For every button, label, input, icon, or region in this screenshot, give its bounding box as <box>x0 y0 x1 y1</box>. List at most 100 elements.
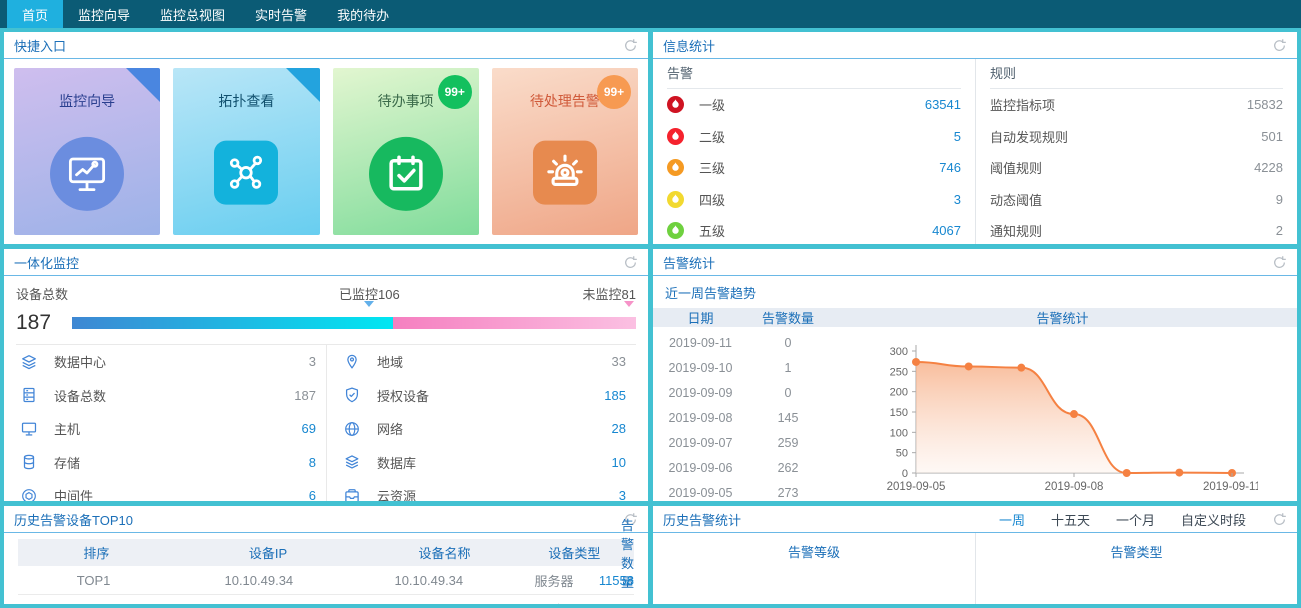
flame-icon <box>667 96 684 113</box>
topology-icon <box>214 141 278 205</box>
stat-item-authorized: 授权设备 185 <box>326 379 636 413</box>
stat-item-cloud: 云资源 3 <box>326 479 636 501</box>
alarm-level-row: 五级 4067 <box>667 215 961 244</box>
monitor-icon <box>20 420 38 438</box>
quick-entry-title: 快捷入口 <box>14 36 66 55</box>
trend-row: 2019-09-101 <box>653 355 828 380</box>
tab-home[interactable]: 首页 <box>7 0 63 28</box>
svg-text:150: 150 <box>889 407 907 419</box>
monitored-bar <box>72 317 393 329</box>
stat-item-storage: 存储 8 <box>16 446 326 480</box>
svg-text:2019-09-11: 2019-09-11 <box>1203 481 1258 493</box>
trend-row: 2019-09-08145 <box>653 405 828 430</box>
device-total-value: 187 <box>16 311 72 335</box>
monitor-chart-icon <box>50 137 124 211</box>
history-stats-title: 历史告警统计 <box>663 510 741 529</box>
trend-row: 2019-09-06262 <box>653 455 828 480</box>
stat-value-link[interactable]: 185 <box>604 388 626 403</box>
flame-icon <box>667 159 684 176</box>
stat-value-link[interactable]: 28 <box>612 421 626 436</box>
middleware-icon <box>20 487 38 501</box>
tab-monitor-overview[interactable]: 监控总视图 <box>145 0 240 28</box>
alarm-siren-icon <box>533 141 597 205</box>
layers-icon <box>20 353 38 371</box>
rule-row: 自动发现规则 501 <box>990 121 1283 153</box>
globe-icon <box>343 420 361 438</box>
svg-text:250: 250 <box>889 366 907 378</box>
alarm-count-link[interactable]: 3 <box>954 192 961 207</box>
svg-text:300: 300 <box>889 346 907 358</box>
alarm-count-link[interactable]: 8054 <box>605 602 634 605</box>
unmonitored-bar <box>393 317 636 329</box>
alarm-level-row: 一级 63541 <box>667 89 961 121</box>
stat-value-link[interactable]: 8 <box>309 455 316 470</box>
rule-row: 通知规则 2 <box>990 215 1283 244</box>
svg-text:2019-09-08: 2019-09-08 <box>1044 481 1103 493</box>
refresh-icon[interactable] <box>623 38 638 53</box>
tab-monitor-wizard[interactable]: 监控向导 <box>63 0 145 28</box>
stat-value-link[interactable]: 69 <box>302 421 316 436</box>
stat-value-link[interactable]: 3 <box>619 488 626 501</box>
corner-fold <box>126 68 160 102</box>
stat-item-host: 主机 69 <box>16 412 326 446</box>
refresh-icon[interactable] <box>1272 255 1287 270</box>
trend-row: 2019-09-090 <box>653 380 828 405</box>
period-one-week[interactable]: 一周 <box>999 510 1025 529</box>
alarm-count-link[interactable]: 5 <box>954 129 961 144</box>
flame-icon <box>667 222 684 239</box>
alarm-stats-panel: 告警统计 近一周告警趋势 日期 告警数量 告警统计 2019-09-110 20… <box>653 249 1297 501</box>
cloud-resource-icon <box>343 487 361 501</box>
tab-realtime-alarms[interactable]: 实时告警 <box>240 0 322 28</box>
table-row: TOP2 10.10.49.45 10.10.49.45 服务器 8054 <box>18 595 634 604</box>
stat-item-datacenter: 数据中心 3 <box>16 345 326 379</box>
alarm-trend-subtitle: 近一周告警趋势 <box>653 276 1297 308</box>
monitored-marker-icon <box>364 301 374 307</box>
refresh-icon[interactable] <box>623 255 638 270</box>
database-icon <box>343 453 361 471</box>
refresh-icon[interactable] <box>1272 512 1287 527</box>
period-one-month[interactable]: 一个月 <box>1116 510 1155 529</box>
map-pin-icon <box>343 353 361 371</box>
trend-row: 2019-09-05273 <box>653 480 828 501</box>
period-fifteen-days[interactable]: 十五天 <box>1051 510 1090 529</box>
card-monitor-wizard[interactable]: 监控向导 <box>14 68 160 235</box>
flame-icon <box>667 191 684 208</box>
alarm-trend-table-header: 日期 告警数量 告警统计 <box>653 308 1297 327</box>
alarm-count-link[interactable]: 63541 <box>925 97 961 112</box>
svg-text:50: 50 <box>895 448 907 460</box>
todo-count-badge: 99+ <box>438 75 472 109</box>
storage-icon <box>20 453 38 471</box>
alarm-level-section-header: 告警等级 <box>653 533 975 604</box>
stat-value-link[interactable]: 10 <box>612 455 626 470</box>
alarm-count-link[interactable]: 4067 <box>932 223 961 238</box>
rules-column: 规则 监控指标项 15832 自动发现规则 501 阈值规则 4228 动态阈值… <box>975 59 1297 244</box>
alarm-level-row: 二级 5 <box>667 121 961 153</box>
alarm-count-link[interactable]: 746 <box>939 160 961 175</box>
integrated-monitoring-panel: 一体化监控 设备总数 已监控106 未监控81 187 <box>4 249 648 501</box>
quick-entry-panel: 快捷入口 监控向导 拓扑查看 99+ 待办事项 <box>4 32 648 244</box>
stat-item-network: 网络 28 <box>326 412 636 446</box>
stat-value-link[interactable]: 6 <box>309 488 316 501</box>
calendar-check-icon <box>369 137 443 211</box>
alarm-level-row: 三级 746 <box>667 152 961 184</box>
period-custom[interactable]: 自定义时段 <box>1181 510 1246 529</box>
refresh-icon[interactable] <box>1272 38 1287 53</box>
svg-text:0: 0 <box>901 468 907 480</box>
card-pending-alarms[interactable]: 99+ 待处理告警 <box>492 68 638 235</box>
card-todo-items[interactable]: 99+ 待办事项 <box>333 68 479 235</box>
flame-icon <box>667 128 684 145</box>
alarm-count-link[interactable]: 11558 <box>599 573 634 588</box>
info-stats-title: 信息统计 <box>663 36 715 55</box>
card-topology-view[interactable]: 拓扑查看 <box>173 68 319 235</box>
tab-my-todo[interactable]: 我的待办 <box>322 0 404 28</box>
alarm-count-badge: 99+ <box>597 75 631 109</box>
stat-item-middleware: 中间件 6 <box>16 479 326 501</box>
alarm-trend-rows: 2019-09-110 2019-09-101 2019-09-090 2019… <box>653 327 828 501</box>
top10-table: 排序 设备IP 设备名称 设备类型 告警数量 TOP1 10.10.49.34 … <box>18 539 634 604</box>
server-rack-icon <box>20 386 38 404</box>
monitoring-progress-bar <box>72 317 636 329</box>
alarm-trend-chart: 0501001502002503002019-09-052019-09-0820… <box>828 327 1297 501</box>
alarm-level-row: 四级 3 <box>667 184 961 216</box>
stat-item-region: 地域 33 <box>326 345 636 379</box>
trend-row: 2019-09-07259 <box>653 430 828 455</box>
